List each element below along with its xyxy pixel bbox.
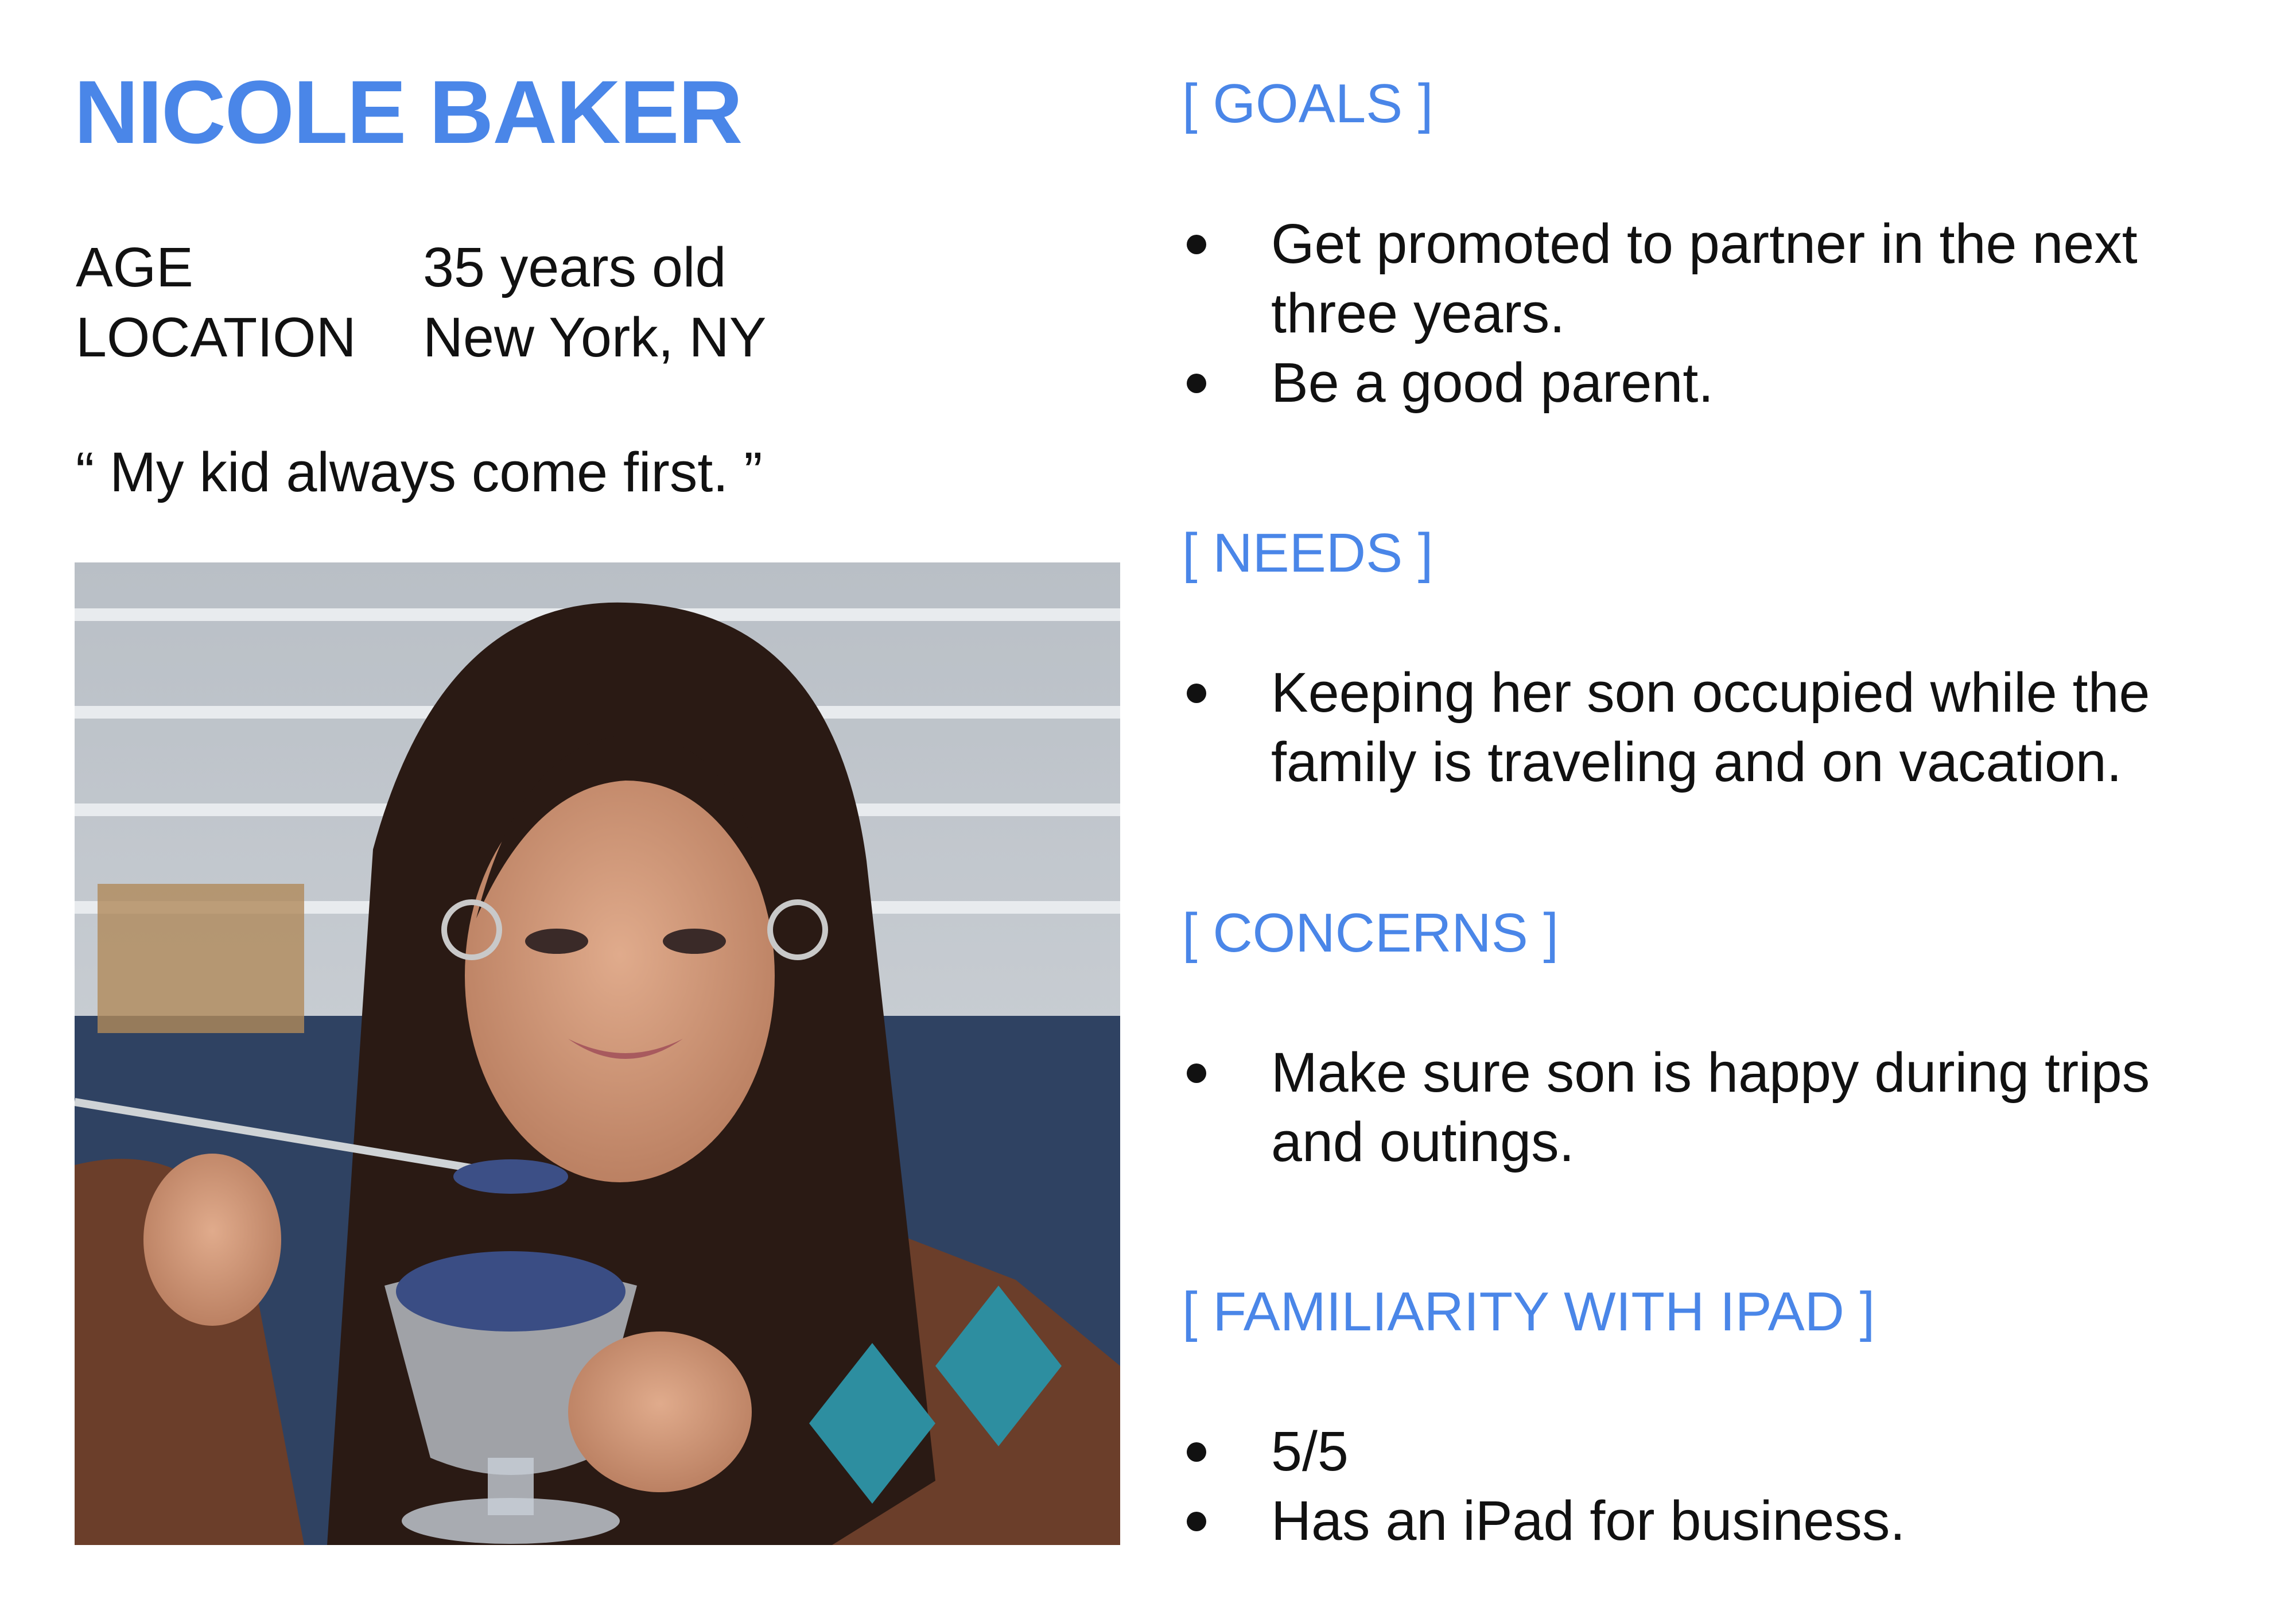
section-title-goals: [ GOALS ] bbox=[1182, 73, 1433, 134]
list-item: Make sure son is happy during trips and … bbox=[1182, 1038, 2235, 1177]
list-item: Get promoted to partner in the next thre… bbox=[1182, 209, 2235, 348]
persona-photo bbox=[75, 562, 1120, 1545]
needs-list: Keeping her son occupied while the famil… bbox=[1182, 658, 2235, 797]
fact-label: LOCATION bbox=[76, 306, 356, 368]
familiarity-list: 5/5 Has an iPad for business. bbox=[1182, 1416, 2235, 1555]
list-item: Keeping her son occupied while the famil… bbox=[1182, 658, 2235, 797]
concerns-list: Make sure son is happy during trips and … bbox=[1182, 1038, 2235, 1177]
fact-label: AGE bbox=[76, 236, 193, 298]
list-item: 5/5 bbox=[1182, 1416, 2235, 1486]
section-title-concerns: [ CONCERNS ] bbox=[1182, 902, 1559, 964]
fact-value: New York, NY bbox=[423, 306, 767, 368]
list-item: Be a good parent. bbox=[1182, 348, 2235, 417]
portrait-illustration bbox=[75, 562, 1120, 1545]
section-title-familiarity: [ FAMILIARITY WITH IPAD ] bbox=[1182, 1281, 1875, 1342]
goals-list: Get promoted to partner in the next thre… bbox=[1182, 209, 2235, 417]
section-title-needs: [ NEEDS ] bbox=[1182, 522, 1433, 584]
persona-name: NICOLE BAKER bbox=[74, 63, 743, 162]
persona-quote: “ My kid always come first. ” bbox=[76, 441, 763, 503]
fact-value: 35 years old bbox=[423, 236, 727, 298]
list-item: Has an iPad for business. bbox=[1182, 1486, 2235, 1555]
